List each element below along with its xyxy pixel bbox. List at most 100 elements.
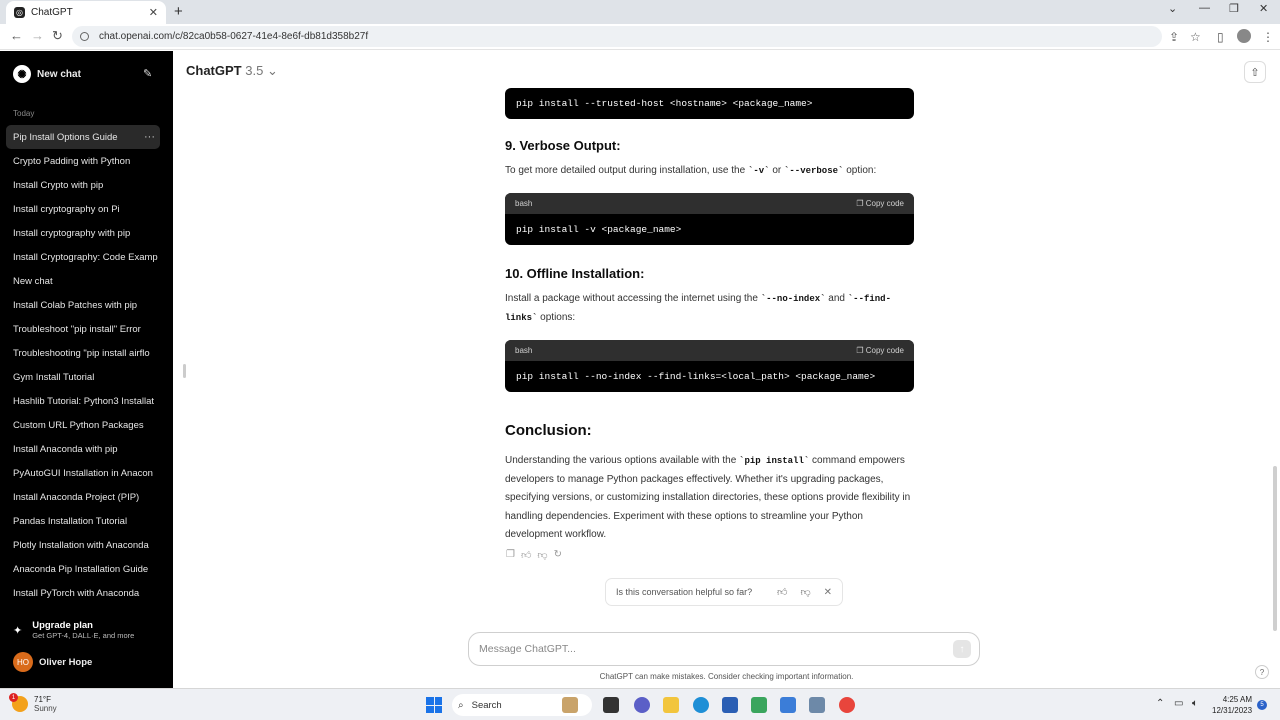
chat-item[interactable]: Crypto Padding with Python	[6, 149, 160, 173]
chat-item[interactable]: Install cryptography with pip	[6, 221, 160, 245]
maximize-icon[interactable]: ❐	[1229, 2, 1239, 15]
chat-item[interactable]: Troubleshoot "pip install" Error	[6, 317, 160, 341]
browser-menu-icon[interactable]: ⋮	[1262, 30, 1274, 44]
browser-tab[interactable]: ◎ ChatGPT ✕	[6, 1, 166, 24]
side-panel-icon[interactable]: ▯	[1217, 30, 1224, 44]
app-icon[interactable]	[751, 697, 767, 713]
chat-item[interactable]: Install Crypto with pip	[6, 173, 160, 197]
reload-icon[interactable]: ↻	[52, 28, 63, 44]
file-explorer-icon[interactable]	[663, 697, 679, 713]
new-tab-icon[interactable]: +	[174, 3, 183, 20]
edge-browser-icon[interactable]	[693, 697, 709, 713]
copy-code-button[interactable]: ❐ Copy code	[856, 199, 904, 208]
site-info-icon[interactable]	[80, 32, 89, 41]
chat-item[interactable]: Pandas Installation Tutorial	[6, 509, 160, 533]
time: 4:25 AM	[1222, 695, 1253, 704]
weather-widget[interactable]: 1 71°F Sunny	[9, 693, 57, 713]
thumbs-up-icon[interactable]: 👍︎	[777, 586, 787, 598]
message-placeholder: Message ChatGPT...	[479, 643, 576, 655]
app-icon[interactable]	[809, 697, 825, 713]
thumbs-down-icon[interactable]: 👎︎	[537, 549, 547, 561]
forward-icon[interactable]: →	[31, 28, 44, 43]
store-app-icon[interactable]	[722, 697, 738, 713]
chat-item[interactable]: Install Cryptography: Code Examp	[6, 245, 160, 269]
copy-code-button[interactable]: ❐ Copy code	[856, 346, 904, 355]
chat-item[interactable]: Install Colab Patches with pip	[6, 293, 160, 317]
clock[interactable]: 4:25 AM 12/31/2023	[1212, 694, 1252, 716]
sun-icon: 1	[9, 693, 28, 712]
compose-edit-icon[interactable]: ✎	[143, 67, 152, 80]
chat-item[interactable]: Install Anaconda Project (PIP)	[6, 485, 160, 509]
chatgpt-favicon-icon: ◎	[14, 7, 25, 18]
code-language: bash	[515, 346, 533, 355]
bookmark-star-icon[interactable]: ☆	[1190, 30, 1201, 44]
url-field[interactable]: chat.openai.com/c/82ca0b58-0627-41e4-8e6…	[72, 26, 1162, 47]
chat-item[interactable]: Install cryptography on Pi	[6, 197, 160, 221]
main-panel: ChatGPT 3.5 ⌄ ⇧ pip install --trusted-ho…	[173, 51, 1280, 688]
share-page-icon[interactable]: ⇪	[1169, 30, 1179, 44]
chat-item-active[interactable]: Pip Install Options Guide ···	[6, 125, 160, 149]
clipboard-icon: ❐	[856, 199, 864, 208]
thumbs-up-icon[interactable]: 👍︎	[521, 549, 531, 561]
chat-item[interactable]: PyAutoGUI Installation in Anacon	[6, 461, 160, 485]
upgrade-title: Upgrade plan	[32, 620, 93, 631]
code-text: pip install --trusted-host <hostname> <p…	[516, 98, 813, 109]
vscode-icon[interactable]	[780, 697, 796, 713]
chat-item[interactable]: Plotly Installation with Anaconda	[6, 533, 160, 557]
more-options-icon[interactable]: ···	[144, 131, 155, 143]
browser-tab-bar: ◎ ChatGPT ✕ + ⌄ — ❐ ✕	[0, 0, 1280, 24]
chat-item[interactable]: Install Anaconda with pip	[6, 437, 160, 461]
user-name: Oliver Hope	[39, 656, 93, 668]
user-avatar: HO	[13, 652, 33, 672]
tray-overflow-icon[interactable]: ⌃	[1156, 698, 1164, 709]
chat-item[interactable]: Hashlib Tutorial: Python3 Installat	[6, 389, 160, 413]
new-chat-button[interactable]: ✺ New chat	[13, 65, 81, 83]
widgets-app-icon[interactable]	[562, 697, 578, 713]
chat-item[interactable]: Troubleshooting "pip install airflo	[6, 341, 160, 365]
help-icon[interactable]: ?	[1255, 665, 1269, 679]
feedback-prompt: Is this conversation helpful so far? 👍︎ …	[605, 578, 843, 606]
scrollbar[interactable]	[1273, 466, 1277, 631]
user-menu-button[interactable]: HO Oliver Hope	[13, 652, 92, 672]
code-block: pip install --trusted-host <hostname> <p…	[505, 88, 914, 119]
chat-item[interactable]: New chat	[6, 269, 160, 293]
regenerate-icon[interactable]: ↻	[554, 549, 562, 561]
send-button[interactable]: ↑	[953, 640, 971, 658]
upgrade-plan-button[interactable]: ✦ Upgrade plan Get GPT-4, DALL·E, and mo…	[13, 620, 134, 640]
chat-item[interactable]: Anaconda Pip Installation Guide	[6, 557, 160, 581]
sparkle-icon: ✦	[13, 624, 23, 637]
share-chat-icon[interactable]: ⇧	[1244, 61, 1266, 83]
close-icon[interactable]: ✕	[824, 587, 832, 598]
code-block: bash ❐ Copy code pip install --no-index …	[505, 340, 914, 392]
network-icon[interactable]: ▭	[1174, 698, 1183, 709]
copy-icon[interactable]: ❐	[506, 549, 515, 561]
tab-search-icon[interactable]: ⌄	[1168, 2, 1177, 15]
chat-item[interactable]: Custom URL Python Packages	[6, 413, 160, 437]
search-icon: ⌕	[458, 699, 464, 711]
back-icon[interactable]: ←	[10, 28, 23, 43]
chat-app-icon[interactable]	[634, 697, 650, 713]
code-language: bash	[515, 199, 533, 208]
profile-avatar-icon[interactable]	[1237, 29, 1251, 43]
heading-verbose: 9. Verbose Output:	[505, 138, 621, 153]
notification-badge[interactable]: 5	[1257, 700, 1267, 710]
sidebar-toggle-handle[interactable]	[183, 364, 186, 378]
close-window-icon[interactable]: ✕	[1259, 2, 1268, 15]
close-tab-icon[interactable]: ✕	[149, 6, 158, 19]
chat-item[interactable]: Gym Install Tutorial	[6, 365, 160, 389]
section-today: Today	[13, 109, 35, 118]
chevron-down-icon: ⌄	[266, 63, 278, 78]
code-text: pip install --no-index --find-links=<loc…	[516, 371, 876, 382]
feedback-question: Is this conversation helpful so far?	[616, 587, 753, 597]
volume-icon[interactable]: 🔈︎	[1192, 698, 1198, 709]
thumbs-down-icon[interactable]: 👎︎	[800, 586, 810, 598]
message-input[interactable]: Message ChatGPT... ↑	[468, 632, 980, 666]
task-view-icon[interactable]	[603, 697, 619, 713]
model-selector[interactable]: ChatGPT 3.5 ⌄	[186, 63, 278, 79]
minimize-icon[interactable]: —	[1199, 2, 1210, 14]
windows-start-icon[interactable]	[426, 697, 442, 713]
chrome-browser-icon[interactable]	[839, 697, 855, 713]
clipboard-icon: ❐	[856, 346, 864, 355]
chat-item[interactable]: Install PyTorch with Anaconda	[6, 581, 160, 605]
url-text: chat.openai.com/c/82ca0b58-0627-41e4-8e6…	[99, 31, 369, 42]
